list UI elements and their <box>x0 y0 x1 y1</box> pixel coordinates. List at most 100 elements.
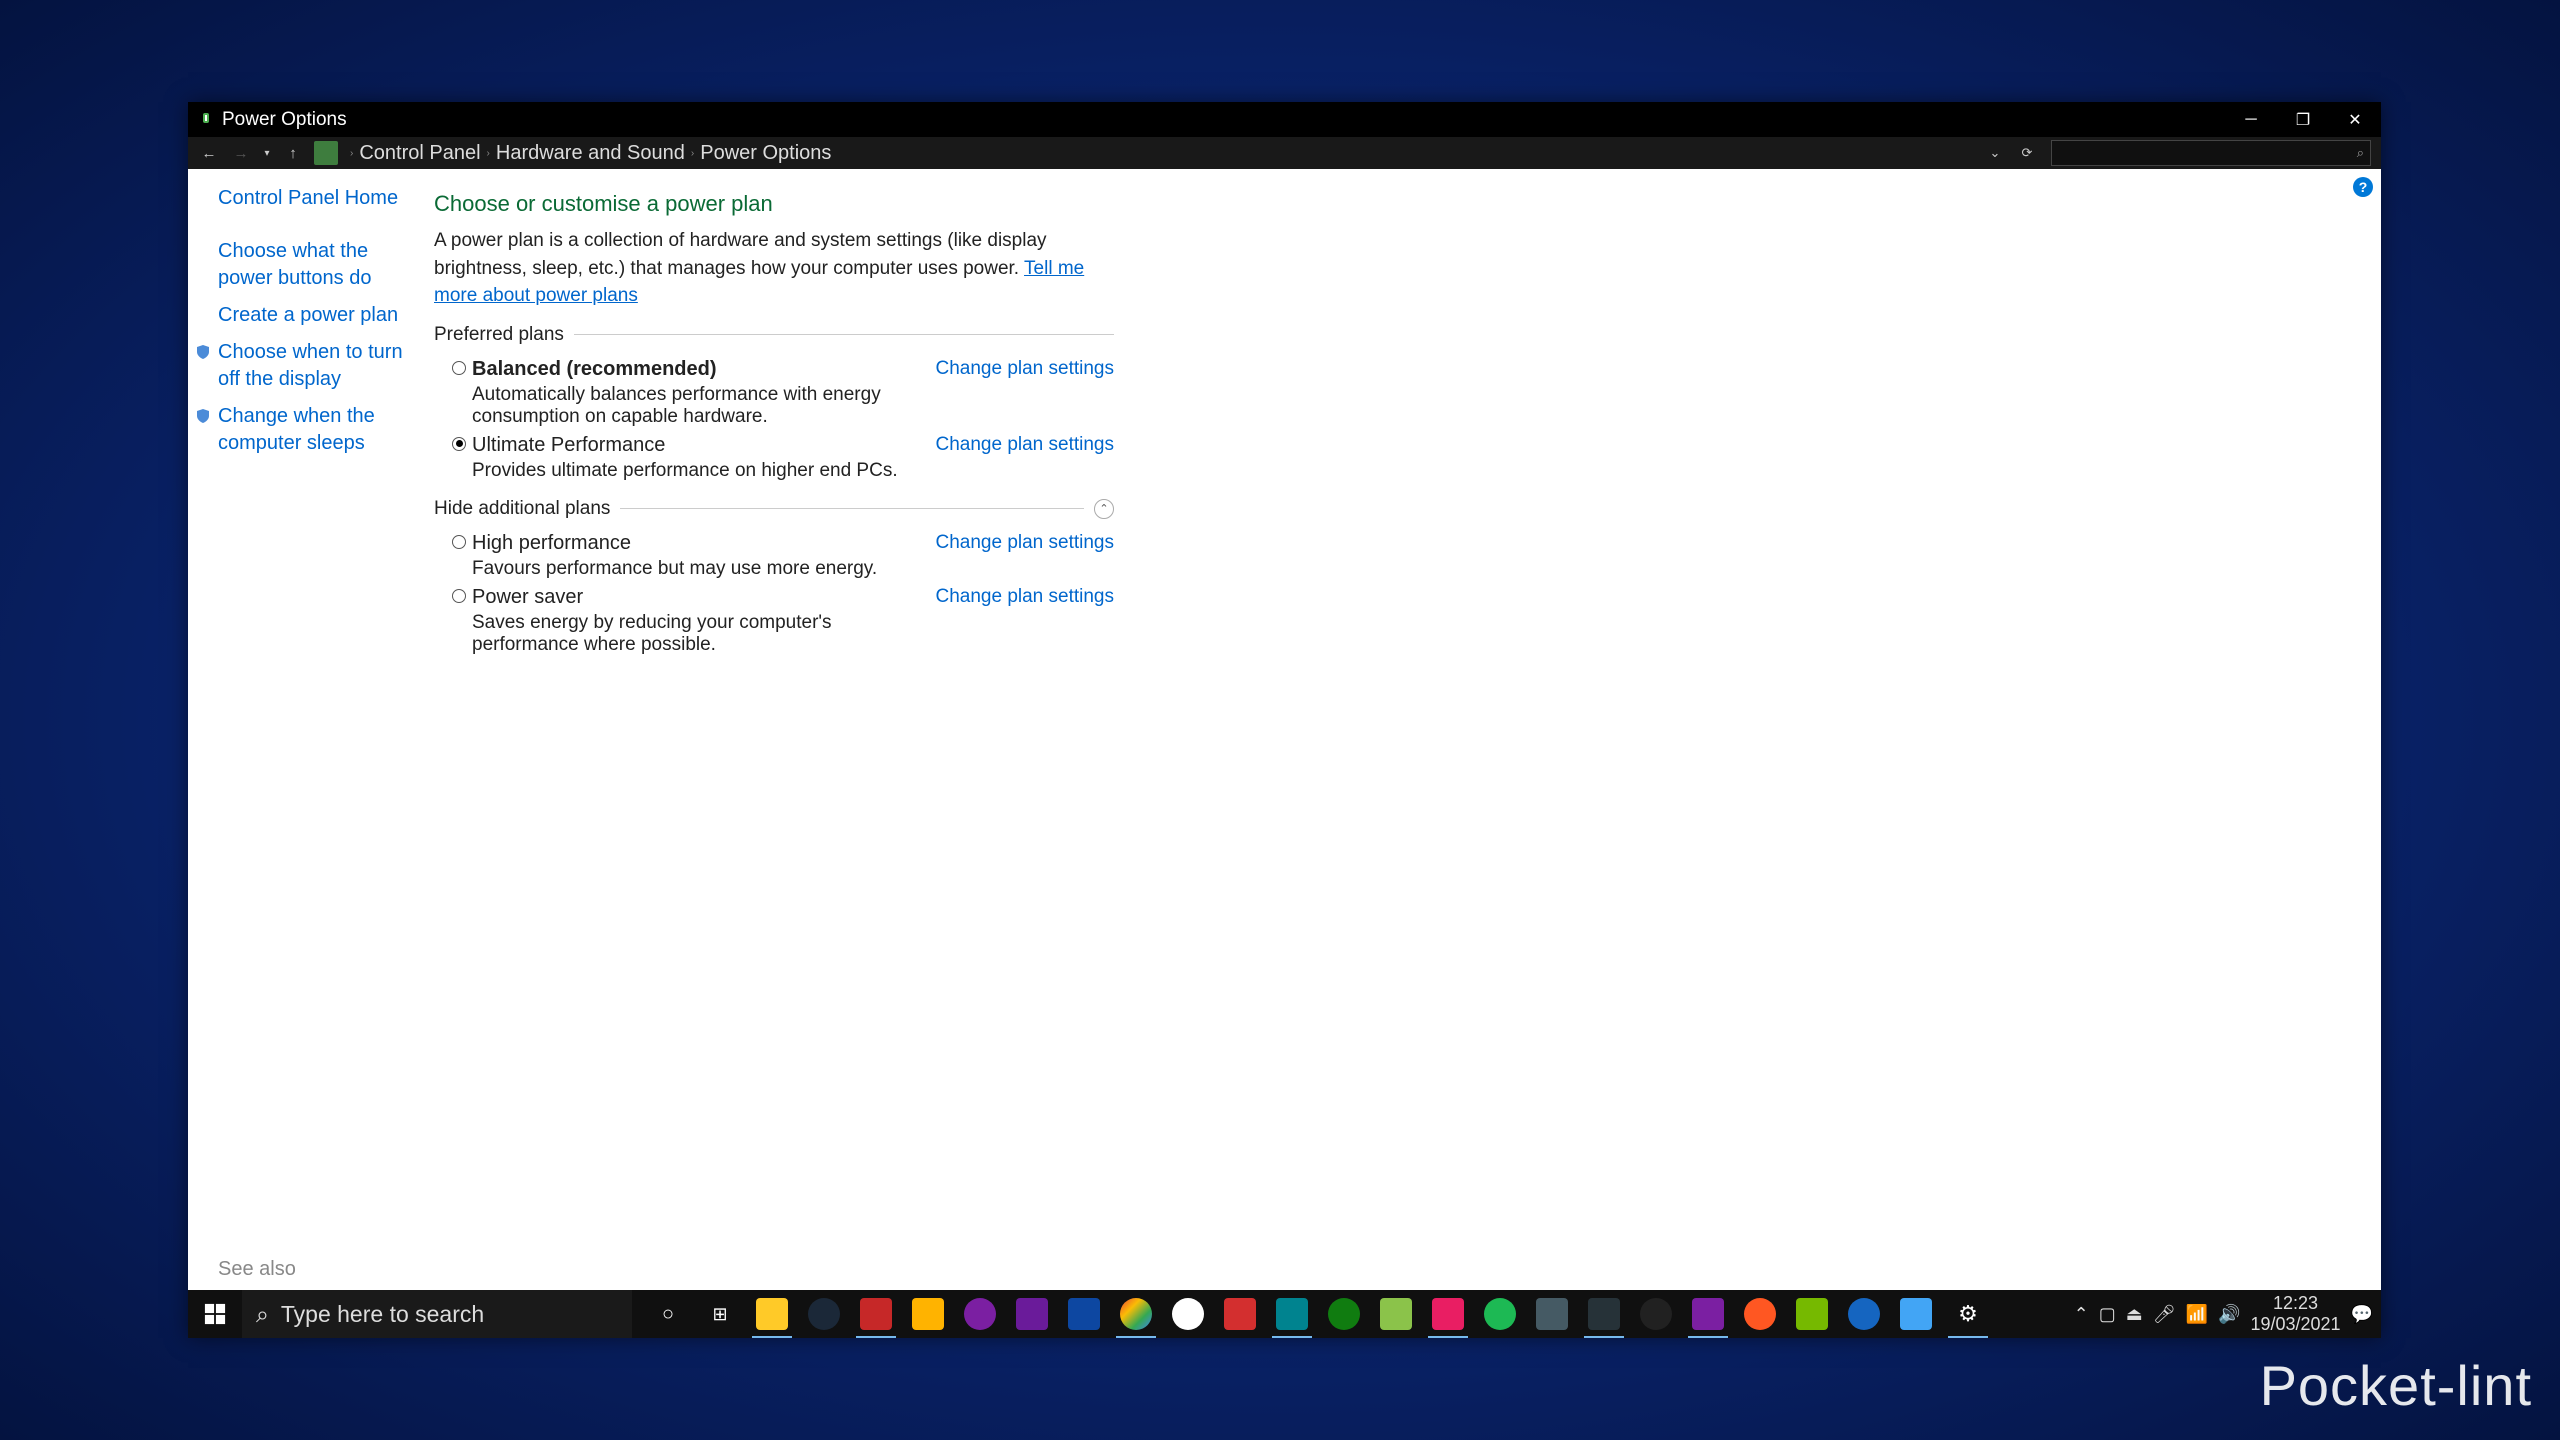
sidebar-link-power-buttons[interactable]: Choose what the power buttons do <box>218 238 416 292</box>
watermark-text: Pocket <box>2260 1354 2437 1417</box>
app-icon[interactable] <box>1578 1290 1630 1338</box>
steam-icon[interactable] <box>798 1290 850 1338</box>
shield-icon <box>196 340 210 354</box>
watermark-text: -lint <box>2437 1354 2532 1417</box>
history-dropdown[interactable]: ▾ <box>258 139 276 167</box>
tray-microphone-icon[interactable]: 🎤︎ <box>2153 1304 2176 1325</box>
taskbar-apps: ○ ⊞ ⚙ <box>642 1290 1994 1338</box>
app-icon[interactable] <box>1734 1290 1786 1338</box>
app-icon[interactable] <box>1422 1290 1474 1338</box>
app-icon[interactable] <box>1370 1290 1422 1338</box>
radio-button[interactable] <box>452 437 466 451</box>
taskbar: ⌕ Type here to search ○ ⊞ ⚙ ⌃ ▢ ⏏ 🎤︎ <box>188 1290 2381 1338</box>
app-icon[interactable] <box>1526 1290 1578 1338</box>
plan-row-balanced: Balanced (recommended) Automatically bal… <box>434 354 1114 430</box>
plan-name[interactable]: Ultimate Performance <box>472 434 935 457</box>
forward-button[interactable]: → <box>226 139 256 167</box>
address-actions: ⌄ ⟳ <box>1981 139 2049 167</box>
settings-icon[interactable]: ⚙ <box>1942 1290 1994 1338</box>
app-icon[interactable] <box>1682 1290 1734 1338</box>
minimize-button[interactable]: ─ <box>2225 102 2277 137</box>
address-bar[interactable]: › Control Panel › Hardware and Sound › P… <box>344 142 1979 165</box>
xbox-icon[interactable] <box>1318 1290 1370 1338</box>
divider <box>574 334 1114 335</box>
chrome-icon[interactable] <box>1110 1290 1162 1338</box>
app-icon[interactable] <box>954 1290 1006 1338</box>
breadcrumb-item[interactable]: Control Panel <box>359 142 480 165</box>
refresh-button[interactable]: ⟳ <box>2013 139 2041 167</box>
app-icon[interactable] <box>1838 1290 1890 1338</box>
up-button[interactable]: ↑ <box>278 139 308 167</box>
chevron-right-icon: › <box>691 148 694 159</box>
search-input[interactable]: ⌕ <box>2051 140 2371 166</box>
cortana-icon[interactable]: ○ <box>642 1290 694 1338</box>
change-plan-settings-link[interactable]: Change plan settings <box>935 586 1114 656</box>
app-icon[interactable] <box>1890 1290 1942 1338</box>
radio-button[interactable] <box>452 535 466 549</box>
taskbar-search[interactable]: ⌕ Type here to search <box>242 1290 632 1338</box>
radio-button[interactable] <box>452 361 466 375</box>
spotify-icon[interactable] <box>1474 1290 1526 1338</box>
shield-icon <box>196 404 210 418</box>
action-center-icon[interactable]: 💬 <box>2351 1304 2373 1325</box>
clock-time: 12:23 <box>2250 1293 2340 1314</box>
section-title: Hide additional plans <box>434 498 610 520</box>
app-icon[interactable] <box>850 1290 902 1338</box>
breadcrumb-item[interactable]: Hardware and Sound <box>496 142 685 165</box>
file-explorer-icon[interactable] <box>746 1290 798 1338</box>
control-panel-home-link[interactable]: Control Panel Home <box>218 187 416 210</box>
see-also-label: See also <box>218 1258 416 1281</box>
additional-plans-label: Hide additional plans ⌃ <box>434 498 1114 520</box>
collapse-button[interactable]: ⌃ <box>1094 499 1114 519</box>
taskbar-clock[interactable]: 12:23 19/03/2021 <box>2250 1293 2340 1334</box>
navigation-bar: ← → ▾ ↑ › Control Panel › Hardware and S… <box>188 137 2381 169</box>
sidebar-link-label: Change when the computer sleeps <box>218 405 375 454</box>
sidebar-link-label: Choose when to turn off the display <box>218 341 403 390</box>
tray-volume-icon[interactable]: 🔊 <box>2218 1304 2240 1325</box>
plan-name[interactable]: High performance <box>472 532 935 555</box>
maximize-button[interactable]: ❐ <box>2277 102 2329 137</box>
sidebar-link-computer-sleeps[interactable]: Change when the computer sleeps <box>218 403 416 457</box>
app-icon[interactable] <box>1058 1290 1110 1338</box>
close-button[interactable]: ✕ <box>2329 102 2381 137</box>
divider <box>620 508 1084 509</box>
plan-description: Saves energy by reducing your computer's… <box>472 612 935 656</box>
tray-icon[interactable]: ⏏ <box>2126 1304 2143 1325</box>
app-icon[interactable] <box>902 1290 954 1338</box>
tray-network-icon[interactable]: 📶 <box>2186 1304 2208 1325</box>
radio-button[interactable] <box>452 589 466 603</box>
tray-icon[interactable]: ▢ <box>2099 1304 2116 1325</box>
app-icon <box>192 112 220 128</box>
control-panel-window: Power Options ─ ❐ ✕ ← → ▾ ↑ › Control Pa… <box>188 102 2381 1338</box>
plan-description: Automatically balances performance with … <box>472 384 935 428</box>
change-plan-settings-link[interactable]: Change plan settings <box>935 434 1114 482</box>
page-description: A power plan is a collection of hardware… <box>434 227 1114 310</box>
watermark: Pocket-lint <box>2260 1353 2532 1418</box>
tray-chevron-icon[interactable]: ⌃ <box>2074 1304 2089 1325</box>
search-icon: ⌕ <box>2357 145 2364 161</box>
sidebar-link-create-plan[interactable]: Create a power plan <box>218 302 416 329</box>
section-title: Preferred plans <box>434 324 564 346</box>
search-icon: ⌕ <box>256 1301 269 1328</box>
address-dropdown-button[interactable]: ⌄ <box>1981 139 2009 167</box>
app-icon[interactable] <box>1162 1290 1214 1338</box>
sidebar: Control Panel Home Choose what the power… <box>188 169 426 1338</box>
app-icon[interactable] <box>1214 1290 1266 1338</box>
plan-row-ultimate: Ultimate Performance Provides ultimate p… <box>434 430 1114 484</box>
plan-description: Favours performance but may use more ene… <box>472 558 935 580</box>
task-view-icon[interactable]: ⊞ <box>694 1290 746 1338</box>
app-icon[interactable] <box>1006 1290 1058 1338</box>
app-icon[interactable] <box>1266 1290 1318 1338</box>
start-button[interactable] <box>188 1290 242 1338</box>
plan-name[interactable]: Power saver <box>472 586 935 609</box>
back-button[interactable]: ← <box>194 139 224 167</box>
breadcrumb-item[interactable]: Power Options <box>700 142 831 165</box>
change-plan-settings-link[interactable]: Change plan settings <box>935 358 1114 428</box>
change-plan-settings-link[interactable]: Change plan settings <box>935 532 1114 580</box>
nvidia-icon[interactable] <box>1786 1290 1838 1338</box>
help-button[interactable]: ? <box>2353 177 2373 197</box>
chevron-right-icon: › <box>487 148 490 159</box>
sidebar-link-turn-off-display[interactable]: Choose when to turn off the display <box>218 339 416 393</box>
app-icon[interactable] <box>1630 1290 1682 1338</box>
plan-name[interactable]: Balanced (recommended) <box>472 358 935 381</box>
